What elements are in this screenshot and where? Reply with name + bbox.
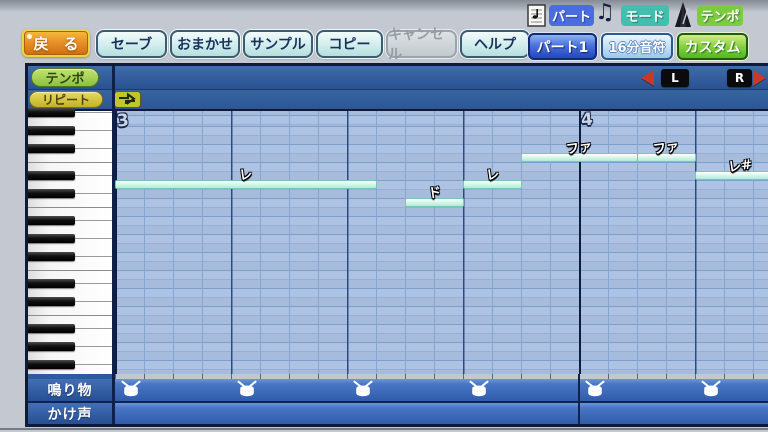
tempo-row [28, 66, 768, 89]
piano-black-key [28, 171, 75, 180]
chant-track[interactable] [115, 403, 768, 424]
percussion-track[interactable] [115, 379, 768, 401]
scroll-right-button[interactable]: R [727, 69, 752, 87]
drum-icon[interactable] [352, 380, 374, 397]
piano-black-key [28, 189, 75, 198]
tempo-custom-button[interactable]: カスタム [677, 33, 748, 60]
piano-black-key [28, 126, 75, 135]
piano-key-separator [75, 130, 112, 131]
piano-key-separator [75, 193, 112, 194]
drum-icon[interactable] [584, 380, 606, 397]
piano-black-key [28, 216, 75, 225]
repeat-loop-icon[interactable] [114, 91, 141, 108]
mode-tag: モード [621, 5, 669, 26]
drum-icon[interactable] [236, 380, 258, 397]
piano-black-key [28, 144, 75, 153]
note-label: レ [485, 167, 501, 184]
piano-key-separator [75, 301, 112, 302]
piano-key-separator [75, 328, 112, 329]
piano-key-separator [75, 346, 112, 347]
metronome-icon [675, 2, 691, 27]
piano-black-key [28, 324, 75, 333]
save-button[interactable]: セーブ [96, 30, 167, 58]
note-label: レ [238, 167, 254, 184]
measure-line [578, 374, 580, 424]
piano-key-separator [75, 112, 112, 113]
sheet-music-icon [527, 4, 546, 27]
piano-key-separator [28, 207, 112, 208]
piano-key-separator [28, 270, 112, 271]
piano-key-separator [28, 315, 112, 316]
drum-icon[interactable] [120, 380, 142, 397]
part-tag: パート [549, 5, 594, 26]
scroll-right-arrow-icon[interactable] [753, 70, 766, 86]
piano-black-key [28, 360, 75, 369]
tempo-tag: テンポ [697, 5, 743, 26]
piano-key-separator [75, 175, 112, 176]
chant-track-label: かけ声 [28, 403, 112, 424]
piano-key-separator [28, 162, 112, 163]
repeat-row-button[interactable]: リピート [29, 91, 103, 108]
piano-black-key [28, 108, 75, 117]
scroll-left-arrow-icon[interactable] [641, 70, 654, 86]
measure-number: 4 [580, 109, 594, 131]
note-label: ファ [565, 139, 594, 158]
percussion-track-label: 鳴り物 [28, 379, 112, 401]
note-unit-button[interactable]: 16分音符 [601, 33, 673, 60]
piano-black-key [28, 279, 75, 288]
piano-black-key [28, 234, 75, 243]
scroll-left-button[interactable]: L [661, 69, 689, 87]
piano-key-separator [75, 364, 112, 365]
auto-compose-button[interactable]: おまかせ [170, 30, 240, 58]
note-label: レ# [727, 157, 754, 176]
copy-button[interactable]: コピー [316, 30, 383, 58]
drum-icon[interactable] [700, 380, 722, 397]
piano-black-key [28, 342, 75, 351]
sample-button[interactable]: サンプル [243, 30, 313, 58]
measure-number: 3 [116, 110, 130, 132]
music-note-icon: ♫ [595, 0, 615, 25]
tempo-row-button[interactable]: テンポ [31, 68, 99, 87]
note-label: ド [427, 185, 443, 202]
drum-icon[interactable] [468, 380, 490, 397]
help-button[interactable]: ヘルプ [460, 30, 530, 58]
piano-black-key [28, 252, 75, 261]
below-panel-line [0, 428, 768, 430]
piano-key-separator [75, 256, 112, 257]
keyboard-grid-divider [112, 66, 115, 424]
chant-editor-screen: 戻 る セーブ おまかせ サンプル コピー キャンセル ヘルプ パート ♫ モー… [0, 0, 768, 432]
piano-key-separator [75, 148, 112, 149]
cancel-button: キャンセル [386, 27, 457, 63]
piano-key-separator [75, 283, 112, 284]
note-label: ファ [652, 139, 681, 158]
piano-key-separator [75, 220, 112, 221]
piano-key-separator [75, 238, 112, 239]
piano-black-key [28, 297, 75, 306]
back-button[interactable]: 戻 る [22, 29, 90, 57]
part-select-button[interactable]: パート1 [528, 33, 597, 60]
